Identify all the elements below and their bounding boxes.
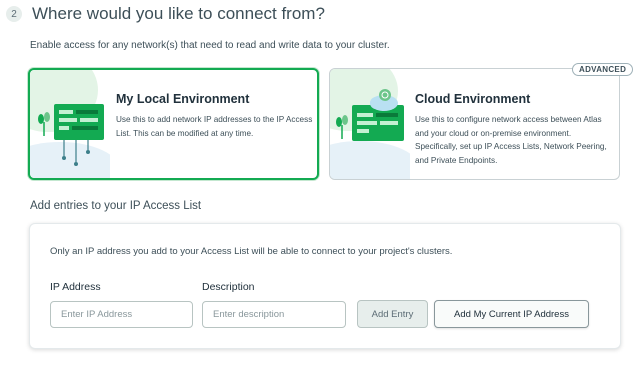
ip-address-label: IP Address bbox=[50, 281, 101, 293]
add-entry-button[interactable]: Add Entry bbox=[357, 300, 428, 328]
access-list-section-title: Add entries to your IP Access List bbox=[30, 200, 202, 212]
cloud-network-illustration-icon bbox=[330, 69, 410, 179]
step-title: Where would you like to connect from? bbox=[32, 4, 325, 23]
local-environment-title: My Local Environment bbox=[116, 92, 250, 106]
access-list-note: Only an IP address you add to your Acces… bbox=[50, 246, 453, 257]
access-list-panel: Only an IP address you add to your Acces… bbox=[29, 223, 621, 349]
step-number: 2 bbox=[6, 6, 22, 22]
local-environment-option[interactable]: My Local Environment Use this to add net… bbox=[28, 68, 319, 180]
description-input[interactable] bbox=[202, 301, 346, 328]
cloud-environment-title: Cloud Environment bbox=[415, 92, 531, 106]
cloud-environment-option[interactable]: Cloud Environment Use this to configure … bbox=[329, 68, 620, 180]
advanced-badge: ADVANCED bbox=[572, 63, 634, 76]
add-current-ip-button[interactable]: Add My Current IP Address bbox=[434, 300, 589, 328]
description-label: Description bbox=[202, 281, 255, 293]
local-network-illustration-icon bbox=[30, 70, 110, 178]
local-environment-description: Use this to add network IP addresses to … bbox=[116, 115, 313, 138]
cloud-environment-description: Use this to configure network access bet… bbox=[415, 115, 607, 165]
intro-text: Enable access for any network(s) that ne… bbox=[30, 40, 390, 51]
step-header: 2 Where would you like to connect from? bbox=[6, 4, 325, 24]
ip-address-input[interactable] bbox=[50, 301, 193, 328]
